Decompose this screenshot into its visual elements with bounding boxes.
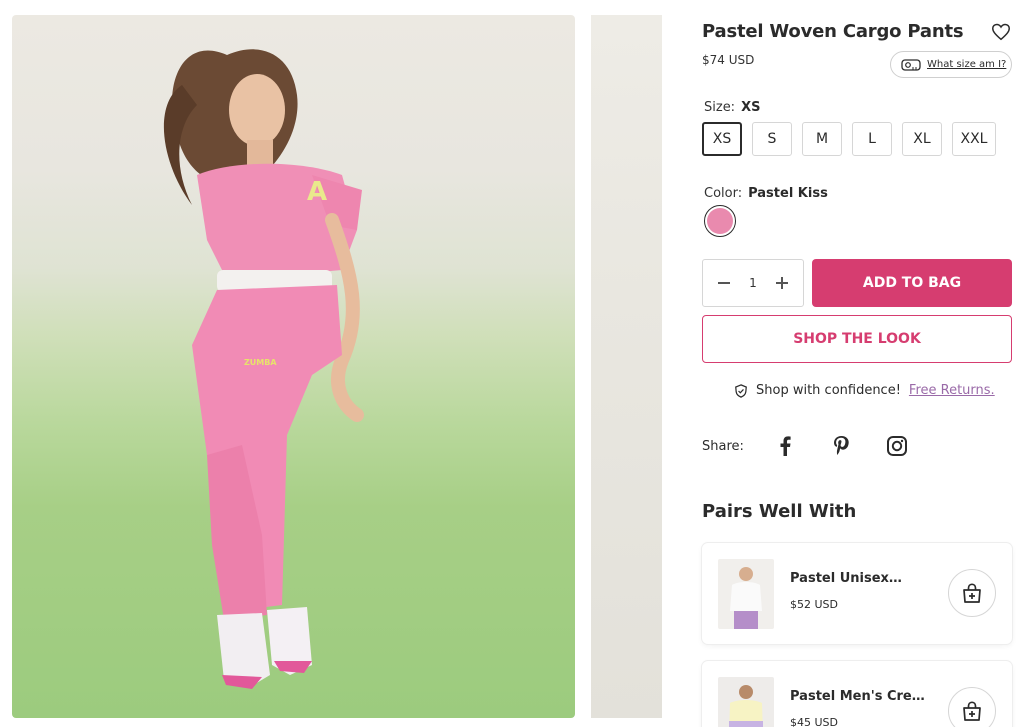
heart-icon	[992, 23, 1010, 41]
instagram-icon[interactable]	[886, 435, 908, 457]
share-label: Share:	[702, 438, 744, 454]
recommended-product-card[interactable]: Pastel Unisex… $52 USD	[702, 543, 1012, 644]
model-illustration: A ZUMBA	[163, 49, 364, 689]
recommended-product-name[interactable]: Pastel Unisex…	[790, 571, 930, 586]
product-thumbnail[interactable]	[718, 559, 774, 629]
size-option-xs[interactable]: XS	[702, 122, 742, 156]
quick-add-bag-button[interactable]	[948, 569, 996, 617]
add-to-bag-button[interactable]: ADD TO BAG	[812, 259, 1012, 307]
shop-confidence-text: Shop with confidence!	[756, 383, 901, 398]
size-option-xxl[interactable]: XXL	[952, 122, 996, 156]
size-option-s[interactable]: S	[752, 122, 792, 156]
color-label-row: Color: Pastel Kiss	[704, 186, 828, 201]
decrease-quantity-button[interactable]	[715, 274, 733, 292]
size-label: Size:	[704, 100, 736, 115]
share-row: Share:	[702, 435, 942, 457]
selected-size-value: XS	[741, 100, 761, 115]
color-swatch-pastel-kiss[interactable]	[704, 205, 736, 237]
free-returns-link[interactable]: Free Returns.	[909, 383, 995, 398]
svg-text:ZUMBA: ZUMBA	[244, 358, 277, 367]
wishlist-heart-button[interactable]	[990, 21, 1012, 43]
shop-the-look-button[interactable]: SHOP THE LOOK	[702, 315, 1012, 363]
recommended-product-card[interactable]: Pastel Men's Crew… $45 USD	[702, 661, 1012, 727]
quantity-value[interactable]: 1	[738, 276, 768, 290]
pinterest-icon[interactable]	[830, 435, 852, 457]
color-label: Color:	[704, 186, 743, 201]
bag-plus-icon	[963, 701, 981, 721]
size-guide-button[interactable]: What size am I?	[890, 51, 1012, 78]
size-option-l[interactable]: L	[852, 122, 892, 156]
recommended-product-price: $45 USD	[790, 716, 838, 727]
shop-confidence-row: Shop with confidence! Free Returns.	[734, 383, 995, 398]
size-option-m[interactable]: M	[802, 122, 842, 156]
product-title: Pastel Woven Cargo Pants	[702, 21, 964, 42]
product-gallery: A ZUMBA	[12, 15, 662, 718]
recommended-product-name[interactable]: Pastel Men's Crew…	[790, 689, 930, 704]
increase-quantity-button[interactable]	[773, 274, 791, 292]
bag-plus-icon	[963, 583, 981, 603]
quick-add-bag-button[interactable]	[948, 687, 996, 727]
pairs-well-with-heading: Pairs Well With	[702, 501, 857, 522]
size-label-row: Size: XS	[704, 100, 760, 115]
size-guide-label: What size am I?	[927, 59, 1007, 70]
svg-text:A: A	[307, 177, 327, 207]
recommended-product-price: $52 USD	[790, 598, 838, 611]
size-option-xl[interactable]: XL	[902, 122, 942, 156]
swatch-fill	[707, 208, 733, 234]
product-thumbnail[interactable]	[718, 677, 774, 727]
shield-check-icon	[735, 383, 747, 398]
main-product-photo[interactable]: A ZUMBA	[12, 15, 575, 718]
selected-color-value: Pastel Kiss	[748, 186, 828, 201]
secondary-product-photo[interactable]	[591, 15, 662, 718]
size-selector: XS S M L XL XXL	[702, 122, 996, 156]
quantity-stepper: 1	[702, 259, 804, 307]
product-price: $74 USD	[702, 53, 755, 67]
tape-measure-icon	[901, 58, 921, 71]
facebook-icon[interactable]	[774, 435, 796, 457]
